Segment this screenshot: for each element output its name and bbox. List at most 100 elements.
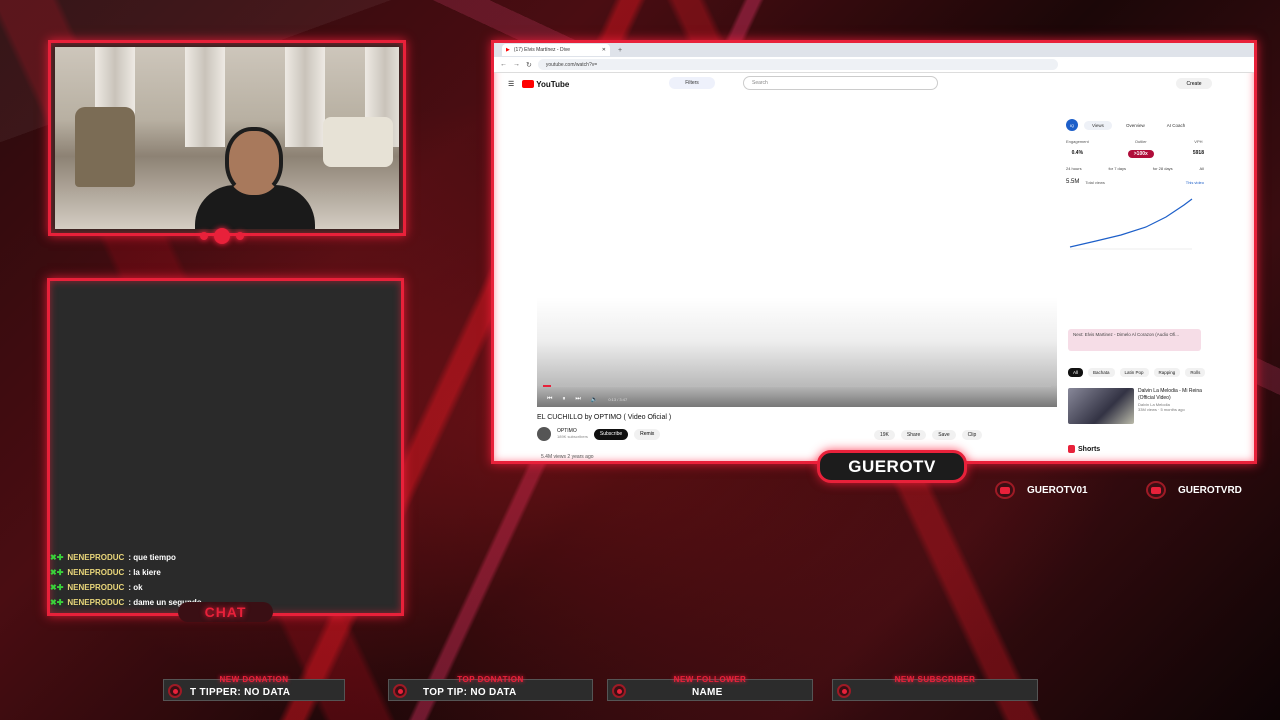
chat-message: ✖✚ NENEPRODUC : la kiere [50, 565, 202, 580]
period-28d[interactable]: for 28 days [1153, 166, 1173, 171]
browser-tabstrip[interactable]: ▶ (17) Elvis Martínez - Dive ✕ + [494, 43, 1254, 57]
webcam-frame [48, 40, 406, 236]
social-handle: GUEROTV01 [995, 481, 1088, 499]
channel-row: OPTIMO 189K subscribers Subscribe Remix [537, 427, 661, 441]
alert-label: NEW SUBSCRIBER [894, 675, 976, 684]
tab-views[interactable]: Views [1084, 120, 1112, 130]
tab-overview[interactable]: Overview [1118, 121, 1153, 130]
youtube-wordmark: YouTube [536, 79, 570, 89]
stat-engagement: Engagement 0.4% [1066, 139, 1089, 158]
indicator-dot [200, 232, 208, 240]
stat-value: 0.4% [1071, 150, 1084, 156]
next-up-banner[interactable]: Next: Elvis Martinez - Dimelo Al Corazon… [1068, 329, 1201, 351]
back-icon[interactable]: ← [500, 61, 507, 68]
stats-row: Engagement 0.4% Outlier >100x VPH 5918 [1066, 139, 1204, 158]
alert-value: NAME [692, 687, 723, 698]
channel-avatar[interactable] [537, 427, 551, 441]
heart-icon [612, 684, 626, 698]
chat-username: NENEPRODUC [67, 583, 125, 592]
chip-latin-pop[interactable]: Latin Pop [1119, 368, 1149, 377]
previous-icon[interactable]: ⏮ [547, 396, 552, 403]
recommended-title[interactable]: Dalvin La Melodia - Mi Reina (Official V… [1138, 388, 1202, 401]
youtube-play-icon [522, 80, 535, 88]
chip-rolls[interactable]: Rolls [1185, 368, 1206, 377]
chat-text: : que tiempo [128, 553, 176, 562]
recommended-info: Dalvin La Melodia - Mi Reina (Official V… [1138, 388, 1208, 424]
create-button[interactable]: Create [1176, 78, 1212, 89]
tab-ai-coach[interactable]: AI Coach [1159, 121, 1194, 130]
next-icon[interactable]: ⏭ [575, 396, 580, 403]
chip-rapping[interactable]: Rapping [1153, 368, 1181, 377]
stat-value: 5918 [1192, 150, 1204, 156]
chat-messages: ✖✚ NENEPRODUC : que tiempo ✖✚ NENEPRODUC… [50, 550, 202, 610]
alert-top-donation: TOP DONATION TOP TIP: NO DATA [388, 675, 593, 701]
chat-username: NENEPRODUC [67, 598, 125, 607]
video-thumbnail[interactable] [1068, 388, 1134, 424]
indicator-dot [214, 228, 230, 244]
browser-tab[interactable]: ▶ (17) Elvis Martínez - Dive ✕ [502, 44, 610, 56]
chip-all[interactable]: All [1068, 368, 1084, 377]
total-views: 5.5M Total views This video [1066, 179, 1204, 185]
analytics-panel: IQ Views Overview AI Coach Engagement 0.4… [1066, 119, 1204, 264]
like-button[interactable]: 19K [874, 430, 895, 440]
pause-icon[interactable]: ⏸ [562, 396, 565, 403]
sword-badge-icon: ✖✚ [50, 583, 64, 592]
progress-bar[interactable] [543, 385, 1051, 387]
reload-icon[interactable]: ↻ [526, 61, 532, 69]
period-24h[interactable]: 24 hours [1066, 166, 1082, 171]
address-bar-row: ← → ↻ youtube.com/watch?v= [494, 57, 1254, 73]
volume-icon[interactable]: 🔈 [591, 396, 598, 403]
chat-tab-label: CHAT [178, 602, 273, 622]
browser-capture: ▶ (17) Elvis Martínez - Dive ✕ + ← → ↻ y… [491, 40, 1257, 464]
remix-button[interactable]: Remix [634, 428, 661, 440]
video-title: EL CUCHILLO by OPTIMO ( Video Oficial ) [537, 414, 672, 421]
clip-button[interactable]: Clip [961, 430, 983, 440]
shorts-icon [1068, 445, 1075, 453]
alert-label: TOP DONATION [457, 675, 524, 684]
url-input[interactable]: youtube.com/watch?v= [537, 59, 1058, 70]
close-icon[interactable]: ✕ [602, 47, 606, 53]
channel-info: OPTIMO 189K subscribers [557, 428, 588, 440]
video-player[interactable]: ⏮ ⏸ ⏭ 🔈 0:13 / 3:47 [537, 297, 1057, 407]
channel-subs: 189K subscribers [557, 434, 588, 439]
total-value: 5.5M [1066, 179, 1080, 185]
save-button[interactable]: Save [932, 430, 956, 440]
chat-text: : ok [128, 583, 143, 592]
chip-bachata[interactable]: Bachata [1088, 368, 1115, 377]
analytics-logo-icon: IQ [1066, 119, 1078, 131]
views-graph [1069, 198, 1193, 250]
total-label[interactable]: Total views [1085, 180, 1105, 185]
youtube-icon [1146, 481, 1166, 499]
chat-username: NENEPRODUC [67, 568, 125, 577]
recommended-video[interactable]: Dalvin La Melodia - Mi Reina (Official V… [1068, 388, 1208, 424]
chair [75, 107, 135, 187]
stat-vph: VPH 5918 [1193, 139, 1204, 158]
webcam-feed [55, 47, 399, 229]
new-tab-icon[interactable]: + [618, 47, 622, 54]
alert-label: NEW FOLLOWER [673, 675, 747, 684]
video-actions: 19K Share Save Clip [874, 430, 983, 440]
share-button[interactable]: Share [900, 430, 927, 440]
forward-icon[interactable]: → [513, 61, 520, 68]
search-input[interactable]: Search [743, 76, 938, 90]
alert-new-subscriber: NEW SUBSCRIBER [832, 675, 1038, 701]
alert-dot-icon [393, 684, 407, 698]
period-all[interactable]: All [1200, 166, 1204, 171]
youtube-icon: ▶ [506, 47, 510, 53]
progress-fill [543, 385, 551, 387]
alert-value: T TIPPER: NO DATA [190, 687, 291, 698]
menu-icon[interactable]: ☰ [508, 80, 514, 88]
social-handle: GUEROTVRD [1146, 481, 1242, 499]
filters-pill[interactable]: Filters [669, 77, 715, 89]
subscribe-button[interactable]: Subscribe [593, 428, 629, 440]
social-name: GUEROTV01 [1027, 484, 1088, 496]
stat-outlier: Outlier >100x [1127, 139, 1154, 158]
shorts-label: Shorts [1078, 445, 1101, 453]
period-7d[interactable]: for 7 days [1108, 166, 1126, 171]
shorts-heading: Shorts [1068, 445, 1100, 453]
youtube-logo[interactable]: YouTube [522, 80, 569, 89]
sword-badge-icon: ✖✚ [50, 553, 64, 562]
social-name: GUEROTVRD [1178, 484, 1242, 496]
alert-value: TOP TIP: NO DATA [423, 687, 517, 698]
alert-dot-icon [168, 684, 182, 698]
